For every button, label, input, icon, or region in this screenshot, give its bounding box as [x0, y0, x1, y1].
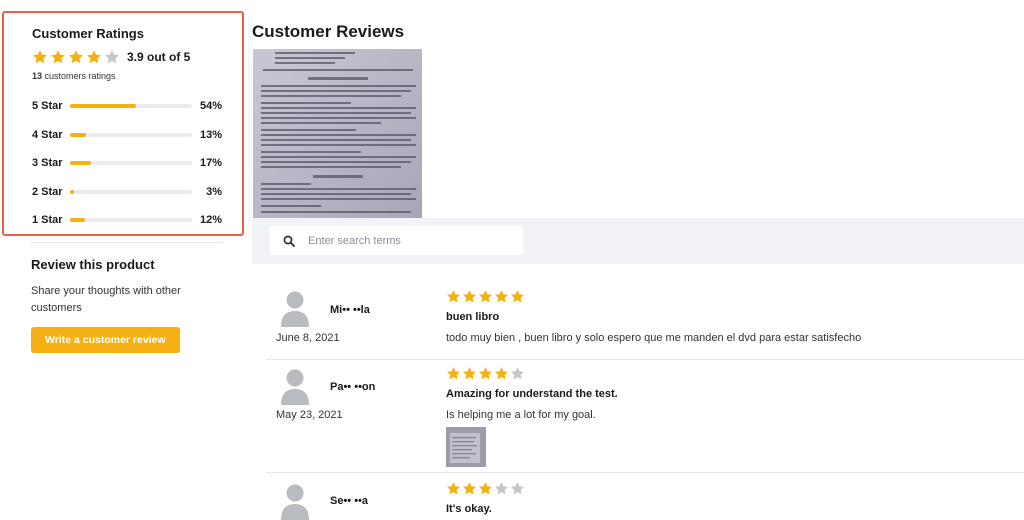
star-empty-icon — [510, 366, 525, 381]
review-stars — [446, 481, 526, 496]
rating-bar-track — [70, 132, 192, 137]
reviewer-name: Mi•• ••la — [330, 304, 370, 316]
star-icon — [462, 289, 477, 304]
star-empty-icon — [494, 481, 509, 496]
avatar-icon — [281, 484, 309, 520]
customer-reviews-title: Customer Reviews — [252, 22, 405, 41]
rating-row-percent: 13% — [199, 128, 222, 141]
rating-bar-track — [70, 189, 192, 194]
rating-row-percent: 17% — [199, 157, 222, 170]
star-icon — [510, 289, 525, 304]
review-image-thumbnail[interactable] — [446, 427, 486, 467]
star-icon — [86, 49, 102, 65]
star-icon — [494, 289, 509, 304]
ratings-count: 13 customers ratings — [32, 71, 242, 81]
star-icon — [462, 481, 477, 496]
review-body: Is helping me a lot for my goal. — [446, 409, 596, 421]
rating-bar-fill — [70, 104, 136, 109]
avatar-icon — [281, 369, 309, 405]
star-icon — [446, 481, 461, 496]
customer-ratings-title: Customer Ratings — [32, 26, 144, 41]
rating-row-4-star[interactable]: 4 Star 13% — [32, 121, 242, 150]
rating-row-label: 1 Star — [32, 214, 63, 227]
star-empty-icon — [510, 481, 525, 496]
rating-row-label: 5 Star — [32, 100, 63, 113]
rating-bar-track — [70, 161, 192, 166]
star-icon — [446, 366, 461, 381]
divider — [31, 242, 222, 243]
review-item: Se•• ••a It's okay. — [266, 473, 1024, 520]
average-rating-stars — [32, 49, 122, 65]
review-this-product-section: Review this product Share your thoughts … — [31, 257, 231, 353]
reviewer-name: Pa•• ••on — [330, 381, 376, 393]
rating-row-percent: 54% — [199, 100, 222, 113]
reviewer-name: Se•• ••a — [330, 495, 369, 507]
star-icon — [478, 481, 493, 496]
star-icon — [478, 289, 493, 304]
rating-row-percent: 3% — [206, 185, 222, 198]
rating-row-3-star[interactable]: 3 Star 17% — [32, 149, 242, 178]
star-icon — [446, 289, 461, 304]
product-photo[interactable] — [253, 49, 422, 218]
star-icon — [494, 366, 509, 381]
ratings-count-number: 13 — [32, 71, 43, 81]
rating-row-5-star[interactable]: 5 Star 54% — [32, 92, 242, 121]
rating-distribution: 5 Star 54% 4 Star 13% 3 Star 17% 2 Star 3% 1 Sta… — [32, 92, 242, 235]
review-this-product-text: Share your thoughts with other customers — [31, 285, 181, 314]
review-search-bar — [252, 218, 1024, 264]
review-item: Mi•• ••la June 8, 2021 buen libro todo m… — [266, 280, 1024, 360]
rating-bar-fill — [70, 132, 86, 137]
review-date: June 8, 2021 — [276, 332, 340, 344]
review-item: Pa•• ••on May 23, 2021 Amazing for under… — [266, 360, 1024, 473]
average-rating-row: 3.9 out of 5 — [32, 48, 242, 66]
review-body: todo muy bien , buen libro y solo espero… — [446, 332, 862, 344]
ratings-count-suffix: customers ratings — [44, 71, 116, 81]
rating-row-label: 4 Star — [32, 128, 63, 141]
rating-bar-fill — [70, 218, 85, 223]
customer-ratings-panel: Customer Ratings 3.9 out of 5 13 custome… — [2, 11, 244, 236]
star-icon — [462, 366, 477, 381]
rating-row-1-star[interactable]: 1 Star 12% — [32, 206, 242, 235]
review-this-product-title: Review this product — [31, 257, 155, 272]
avatar-icon — [281, 291, 309, 327]
search-box[interactable] — [270, 226, 523, 255]
review-title: It's okay. — [446, 503, 492, 515]
star-icon — [68, 49, 84, 65]
star-icon — [478, 366, 493, 381]
review-stars — [446, 289, 526, 304]
write-review-button[interactable]: Write a customer review — [31, 327, 180, 353]
rating-bar-fill — [70, 189, 74, 194]
review-title: Amazing for understand the test. — [446, 388, 618, 400]
rating-row-2-star[interactable]: 2 Star 3% — [32, 178, 242, 207]
review-title: buen libro — [446, 311, 500, 323]
rating-row-label: 3 Star — [32, 157, 63, 170]
star-empty-icon — [104, 49, 120, 65]
rating-row-percent: 12% — [199, 214, 222, 227]
review-stars — [446, 366, 526, 381]
star-icon — [32, 49, 48, 65]
search-input[interactable] — [308, 234, 508, 247]
star-icon — [50, 49, 66, 65]
review-date: May 23, 2021 — [276, 409, 343, 421]
search-icon — [283, 235, 295, 247]
rating-bar-track — [70, 218, 192, 223]
rating-bar-track — [70, 104, 192, 109]
average-rating-text: 3.9 out of 5 — [127, 50, 191, 64]
rating-bar-fill — [70, 161, 91, 166]
rating-row-label: 2 Star — [32, 185, 63, 198]
